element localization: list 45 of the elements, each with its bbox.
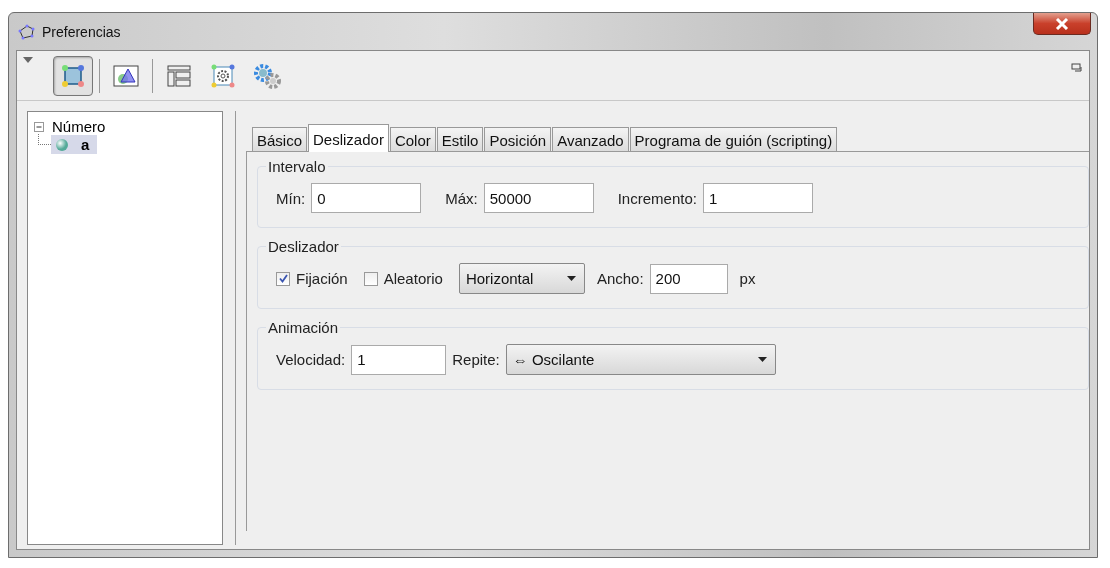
tab[interactable]: Deslizador [308,124,389,152]
gear-frame-icon [210,62,236,89]
square-points-icon [61,63,85,88]
caret-icon [566,276,576,281]
repeat-dropdown[interactable]: ⇔ Oscilante [505,344,776,375]
group-title: Intervalo [267,158,327,175]
layout-icon [167,64,191,87]
checkbox-label: Fijación [296,270,348,287]
tab[interactable]: Programa de guión (scripting) [629,127,838,151]
tab[interactable]: Estilo [436,127,484,151]
field-label: Mín: [276,189,306,207]
gears-icon [252,62,282,89]
tree-node[interactable]: Número [52,118,106,135]
sphere-icon [55,137,69,152]
field-label: Incremento: [617,189,697,207]
tab[interactable]: Posición [484,127,552,151]
checkbox-label: Aleatorio [383,270,443,287]
tab[interactable]: Avanzado [552,127,629,151]
text-field[interactable]: 50000 [483,183,594,213]
tab[interactable]: Color [389,127,436,151]
checkbox[interactable] [363,271,378,286]
group-title: Deslizador [267,238,340,255]
text-field[interactable]: 0 [311,183,422,213]
collapse-icon[interactable] [34,121,44,132]
unit-label: px [739,270,756,287]
close-button[interactable] [1033,13,1091,35]
close-icon [1055,17,1069,30]
caret-icon [757,357,767,362]
checkbox[interactable] [276,271,290,286]
field-label: Velocidad: [276,351,346,368]
field-label: Ancho: [596,270,644,287]
group-title: Animación [267,319,340,336]
field-label: Máx: [445,189,478,207]
tab[interactable]: Básico [252,127,308,151]
orientation-dropdown[interactable]: Horizontal [458,263,585,294]
toolbar-button[interactable] [53,55,93,96]
polygon-icon [18,23,36,40]
text-field[interactable]: 200 [649,263,728,294]
undock-icon[interactable] [1071,63,1083,73]
window-title: Preferencias [42,23,121,40]
field-label: Repite: [452,351,500,368]
tree-item[interactable]: a [51,135,98,154]
dropdown-triangle-icon[interactable] [23,57,33,63]
text-field[interactable]: 1 [351,344,447,375]
text-field[interactable]: 1 [702,183,813,213]
